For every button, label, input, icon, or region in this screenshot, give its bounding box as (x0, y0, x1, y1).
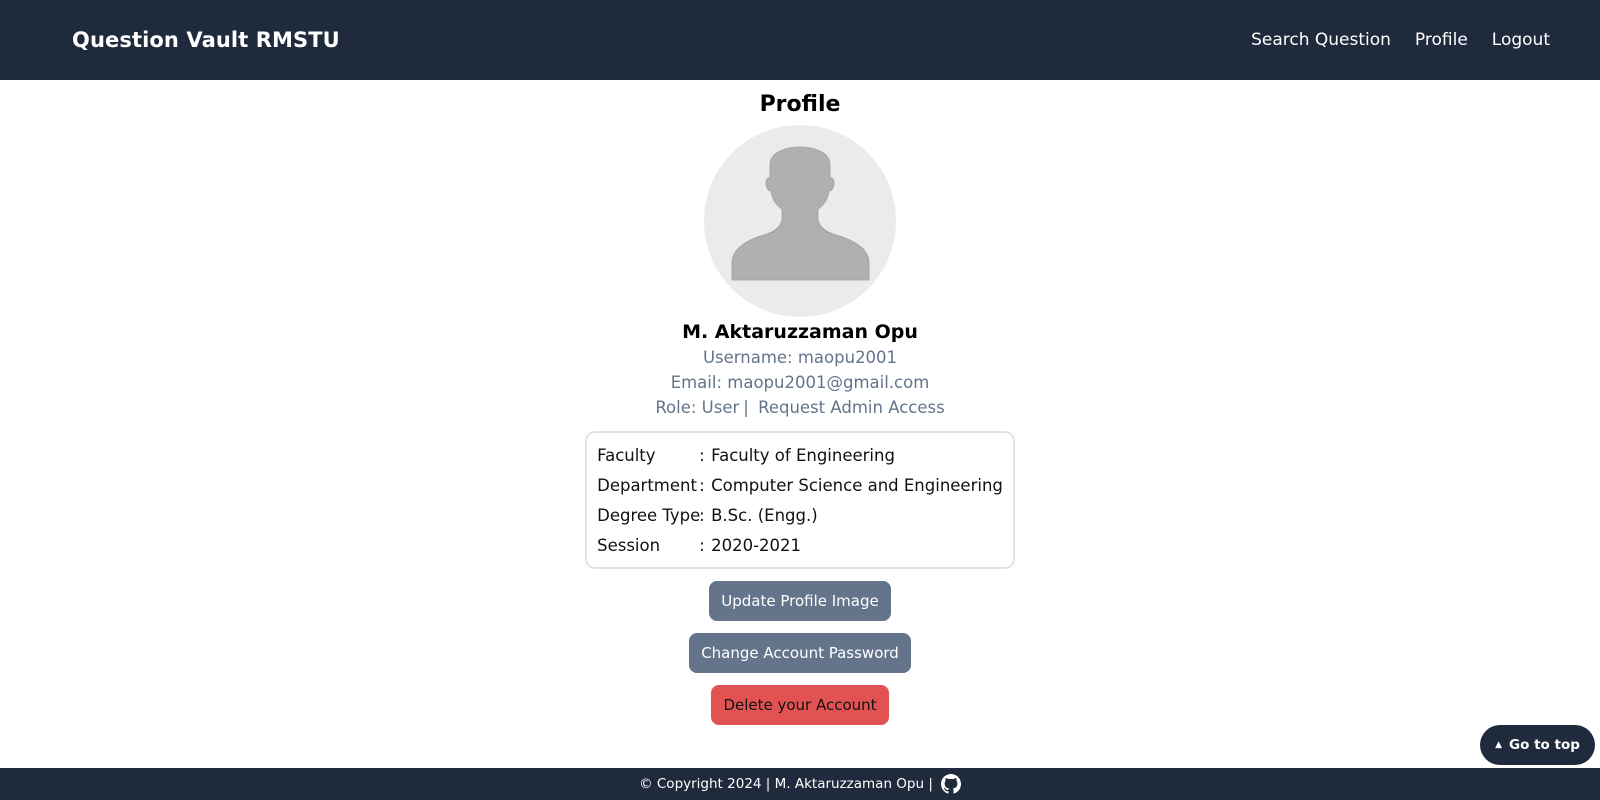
detail-label: Degree Type (597, 506, 701, 525)
profile-details-card: Faculty : Faculty of Engineering Departm… (585, 431, 1015, 569)
detail-colon: : (699, 476, 705, 495)
profile-email: Email: maopu2001@gmail.com (670, 373, 930, 392)
detail-label: Faculty (597, 446, 656, 465)
detail-value: 2020-2021 (711, 536, 802, 555)
detail-row-faculty: Faculty : Faculty of Engineering (597, 441, 1003, 471)
detail-row-session: Session : 2020-2021 (597, 531, 1003, 561)
avatar (704, 125, 896, 317)
github-icon[interactable] (940, 774, 961, 794)
profile-page: Profile M. Aktaruzzaman Opu Username: ma… (0, 80, 1600, 768)
detail-row-department: Department : Computer Science and Engine… (597, 471, 1003, 501)
page-title: Profile (759, 92, 841, 117)
go-to-top-button[interactable]: ▲ Go to top (1480, 725, 1595, 765)
profile-username: Username: maopu2001 (702, 348, 898, 367)
detail-row-degree-type: Degree Type : B.Sc. (Engg.) (597, 501, 1003, 531)
delete-account-button[interactable]: Delete your Account (711, 685, 889, 725)
nav-link-search-question[interactable]: Search Question (1251, 30, 1391, 50)
profile-role-line: Role: User | Request Admin Access (655, 398, 944, 417)
detail-colon: : (699, 536, 705, 555)
role-separator: | (743, 398, 749, 417)
detail-colon: : (699, 506, 705, 525)
detail-label: Session (597, 536, 661, 555)
profile-full-name: M. Aktaruzzaman Opu (682, 321, 918, 343)
nav-link-profile[interactable]: Profile (1415, 30, 1468, 50)
brand-logo-link[interactable]: Question Vault RMSTU (72, 28, 340, 52)
request-admin-access-link[interactable]: Request Admin Access (758, 398, 945, 417)
profile-role: Role: User (655, 398, 740, 417)
footer-copyright: © Copyright 2024 | M. Aktaruzzaman Opu | (639, 776, 933, 792)
detail-colon: : (699, 446, 705, 465)
update-profile-image-button[interactable]: Update Profile Image (709, 581, 891, 621)
detail-label: Department (597, 476, 697, 495)
detail-value: B.Sc. (Engg.) (711, 506, 818, 525)
user-silhouette-icon (731, 146, 870, 281)
change-account-password-button[interactable]: Change Account Password (689, 633, 911, 673)
detail-value: Computer Science and Engineering (711, 476, 1003, 495)
detail-value: Faculty of Engineering (711, 446, 895, 465)
nav-link-logout[interactable]: Logout (1492, 30, 1550, 50)
go-to-top-label: Go to top (1509, 737, 1580, 753)
top-navbar: Question Vault RMSTU Search Question Pro… (0, 0, 1600, 80)
caret-up-icon: ▲ (1495, 740, 1503, 750)
nav-links: Search Question Profile Logout (1251, 30, 1550, 50)
footer: © Copyright 2024 | M. Aktaruzzaman Opu | (0, 768, 1600, 800)
